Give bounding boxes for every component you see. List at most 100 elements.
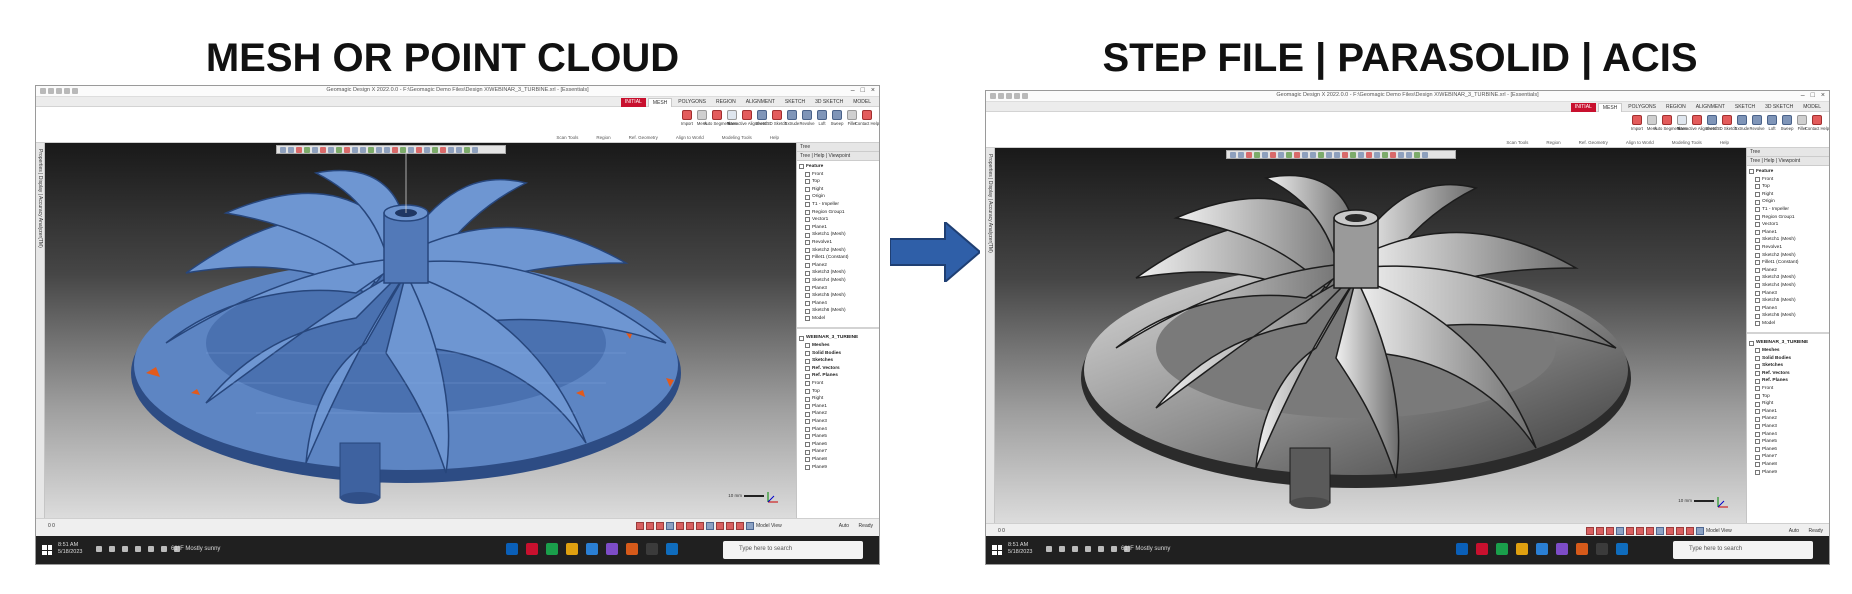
tab-sketch[interactable]: SKETCH [1731, 103, 1759, 112]
tree-item[interactable]: Plane5 [1747, 438, 1829, 446]
tree-item[interactable]: Ref. Planes [1747, 377, 1829, 385]
tree-item[interactable]: Meshes [1747, 347, 1829, 355]
tab-region[interactable]: REGION [1662, 103, 1690, 112]
loft-button[interactable]: Loft [1766, 115, 1778, 131]
tree-item[interactable]: T1 - Impeller [797, 201, 879, 209]
impeller-solid-model[interactable] [1056, 158, 1676, 513]
tree-item[interactable]: Plane3 [797, 418, 879, 426]
tree-item[interactable]: Plane6 [1747, 446, 1829, 454]
tree-item[interactable]: Front [1747, 176, 1829, 184]
window-controls[interactable]: – □ × [851, 87, 875, 94]
feature-tree-panel[interactable]: Tree Tree | Help | Viewpoint Feature Fron… [796, 143, 879, 518]
tree-item[interactable]: Ref. Vectors [797, 365, 879, 373]
tree-item[interactable]: Plane2 [797, 262, 879, 270]
tree-item[interactable]: Sketches [797, 357, 879, 365]
sketch-button[interactable]: Sketch [756, 110, 768, 126]
tree-item[interactable]: Model [1747, 320, 1829, 328]
tree-item[interactable]: Origin [1747, 198, 1829, 206]
tree-item[interactable]: Top [797, 388, 879, 396]
taskbar-search-input[interactable]: Type here to search [1673, 541, 1813, 559]
tree-item[interactable]: Sketches [1747, 362, 1829, 370]
tree-item[interactable]: Plane2 [1747, 415, 1829, 423]
tree-item[interactable]: Plane3 [1747, 423, 1829, 431]
tree-item[interactable]: Fillet1 (Constant) [1747, 259, 1829, 267]
tree-item[interactable]: Plane4 [797, 426, 879, 434]
tree-item[interactable]: Region Group1 [797, 209, 879, 217]
revolve-button[interactable]: Revolve [1749, 115, 1765, 131]
tree-item[interactable]: Ref. Planes [797, 372, 879, 380]
tree-item[interactable]: Right [797, 186, 879, 194]
tree-item[interactable]: Plane4 [1747, 305, 1829, 313]
tree-item[interactable]: Top [1747, 183, 1829, 191]
panel-tabs[interactable]: Tree | Help | Viewpoint [797, 152, 879, 161]
tree-item[interactable]: Plane6 [797, 441, 879, 449]
tree-item[interactable]: Top [1747, 393, 1829, 401]
tab-mesh[interactable]: MESH [647, 98, 673, 107]
tree-item[interactable]: Meshes [797, 342, 879, 350]
feature-tree-panel[interactable]: Tree Tree | Help | Viewpoint Feature Fron… [1746, 148, 1829, 523]
loft-button[interactable]: Loft [816, 110, 828, 126]
side-dock[interactable]: Properties | Display | Accuracy Analyzer… [986, 148, 995, 523]
tree-item[interactable]: Sketch2 (Mesh) [797, 247, 879, 255]
close-icon[interactable]: × [871, 87, 875, 94]
side-dock[interactable]: Properties | Display | Accuracy Analyzer… [36, 143, 45, 518]
tab-sketch[interactable]: SKETCH [781, 98, 809, 107]
tree-item[interactable]: Plane1 [1747, 229, 1829, 237]
extrude-button[interactable]: Extrude [785, 110, 799, 126]
tree-item[interactable]: Ref. Vectors [1747, 370, 1829, 378]
tree-item[interactable]: Feature [1747, 168, 1829, 176]
tree-item[interactable]: Region Group1 [1747, 214, 1829, 222]
3d-sketch-button[interactable]: 3D Sketch [767, 110, 787, 126]
maximize-icon[interactable]: □ [1811, 92, 1815, 99]
tree-item[interactable]: Revolve1 [797, 239, 879, 247]
tree-item[interactable]: Plane5 [797, 433, 879, 441]
interactive-alignment-button[interactable]: Interactive Alignment [1678, 115, 1716, 131]
3d-viewport-cad[interactable]: Properties | Display | Accuracy Analyzer… [986, 148, 1746, 523]
tree-item[interactable]: Feature [797, 163, 879, 171]
tree-item[interactable]: Plane4 [797, 300, 879, 308]
tree-item[interactable]: Plane3 [797, 285, 879, 293]
sweep-button[interactable]: Sweep [1781, 115, 1793, 131]
tree-item[interactable]: Vector1 [1747, 221, 1829, 229]
tree-item[interactable]: Sketch5 (Mesh) [1747, 297, 1829, 305]
tree-item[interactable]: Plane1 [1747, 408, 1829, 416]
tree-item[interactable]: T1 - Impeller [1747, 206, 1829, 214]
windows-start-icon[interactable] [42, 545, 52, 555]
tray-icons[interactable] [96, 546, 180, 552]
extrude-button[interactable]: Extrude [1735, 115, 1749, 131]
impeller-mesh-model[interactable] [106, 153, 726, 508]
tree-item[interactable]: Plane1 [797, 224, 879, 232]
tree-item[interactable]: Front [797, 171, 879, 179]
tree-item[interactable]: Right [797, 395, 879, 403]
3d-sketch-button[interactable]: 3D Sketch [1717, 115, 1737, 131]
interactive-alignment-button[interactable]: Interactive Alignment [728, 110, 766, 126]
tab-polygons[interactable]: POLYGONS [674, 98, 710, 107]
tree-item[interactable]: Plane8 [1747, 461, 1829, 469]
tree-item[interactable]: Plane9 [1747, 469, 1829, 477]
tree-item[interactable]: Origin [797, 193, 879, 201]
tree-item[interactable]: WEBINAR_3_TURBINE [1747, 339, 1829, 347]
tree-item[interactable]: Plane2 [1747, 267, 1829, 275]
tree-item[interactable]: Vector1 [797, 216, 879, 224]
tab-model[interactable]: MODEL [1799, 103, 1825, 112]
tab-alignment[interactable]: ALIGNMENT [1692, 103, 1729, 112]
tree-item[interactable]: Front [797, 380, 879, 388]
tray-icons[interactable] [1046, 546, 1130, 552]
close-icon[interactable]: × [1821, 92, 1825, 99]
auto-segment-button[interactable]: Auto Segment [704, 110, 730, 126]
tree-item[interactable]: Revolve1 [1747, 244, 1829, 252]
auto-dropdown[interactable]: Auto [839, 523, 849, 529]
minimize-icon[interactable]: – [851, 87, 855, 94]
tab-3d-sketch[interactable]: 3D SKETCH [811, 98, 847, 107]
tab-model[interactable]: MODEL [849, 98, 875, 107]
maximize-icon[interactable]: □ [861, 87, 865, 94]
tree-item[interactable]: Plane7 [1747, 453, 1829, 461]
revolve-button[interactable]: Revolve [799, 110, 815, 126]
model-view-tab[interactable]: Model View [756, 523, 782, 529]
tab-mesh[interactable]: MESH [1597, 103, 1623, 112]
window-controls[interactable]: – □ × [1801, 92, 1825, 99]
tab-alignment[interactable]: ALIGNMENT [742, 98, 779, 107]
tree-item[interactable]: Right [1747, 191, 1829, 199]
tree-item[interactable]: Plane9 [797, 464, 879, 472]
sketch-button[interactable]: Sketch [1706, 115, 1718, 131]
